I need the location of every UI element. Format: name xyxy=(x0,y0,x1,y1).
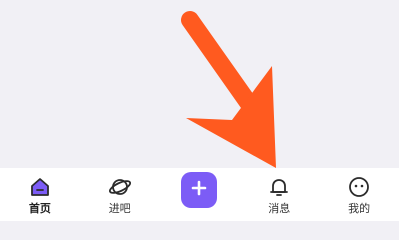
tab-profile-label: 我的 xyxy=(348,202,371,215)
tab-home-label: 首页 xyxy=(28,202,51,215)
tab-profile[interactable]: 我的 xyxy=(324,168,394,221)
tab-messages[interactable]: 消息 xyxy=(244,168,314,221)
tab-home[interactable]: 首页 xyxy=(5,168,75,221)
plus-icon xyxy=(190,179,208,201)
tab-explore-label: 进吧 xyxy=(108,202,131,215)
planet-icon xyxy=(107,174,133,200)
app-screen: 首页 进吧 消息 我的 xyxy=(0,0,399,221)
tab-messages-label: 消息 xyxy=(268,202,291,215)
publish-button[interactable] xyxy=(181,172,218,208)
tab-publish[interactable] xyxy=(164,168,234,221)
bottom-tab-bar: 首页 进吧 消息 我的 xyxy=(0,168,399,221)
smiley-face-icon xyxy=(346,174,372,200)
tab-explore[interactable]: 进吧 xyxy=(85,168,155,221)
bell-icon xyxy=(266,174,292,200)
home-icon xyxy=(27,174,53,200)
